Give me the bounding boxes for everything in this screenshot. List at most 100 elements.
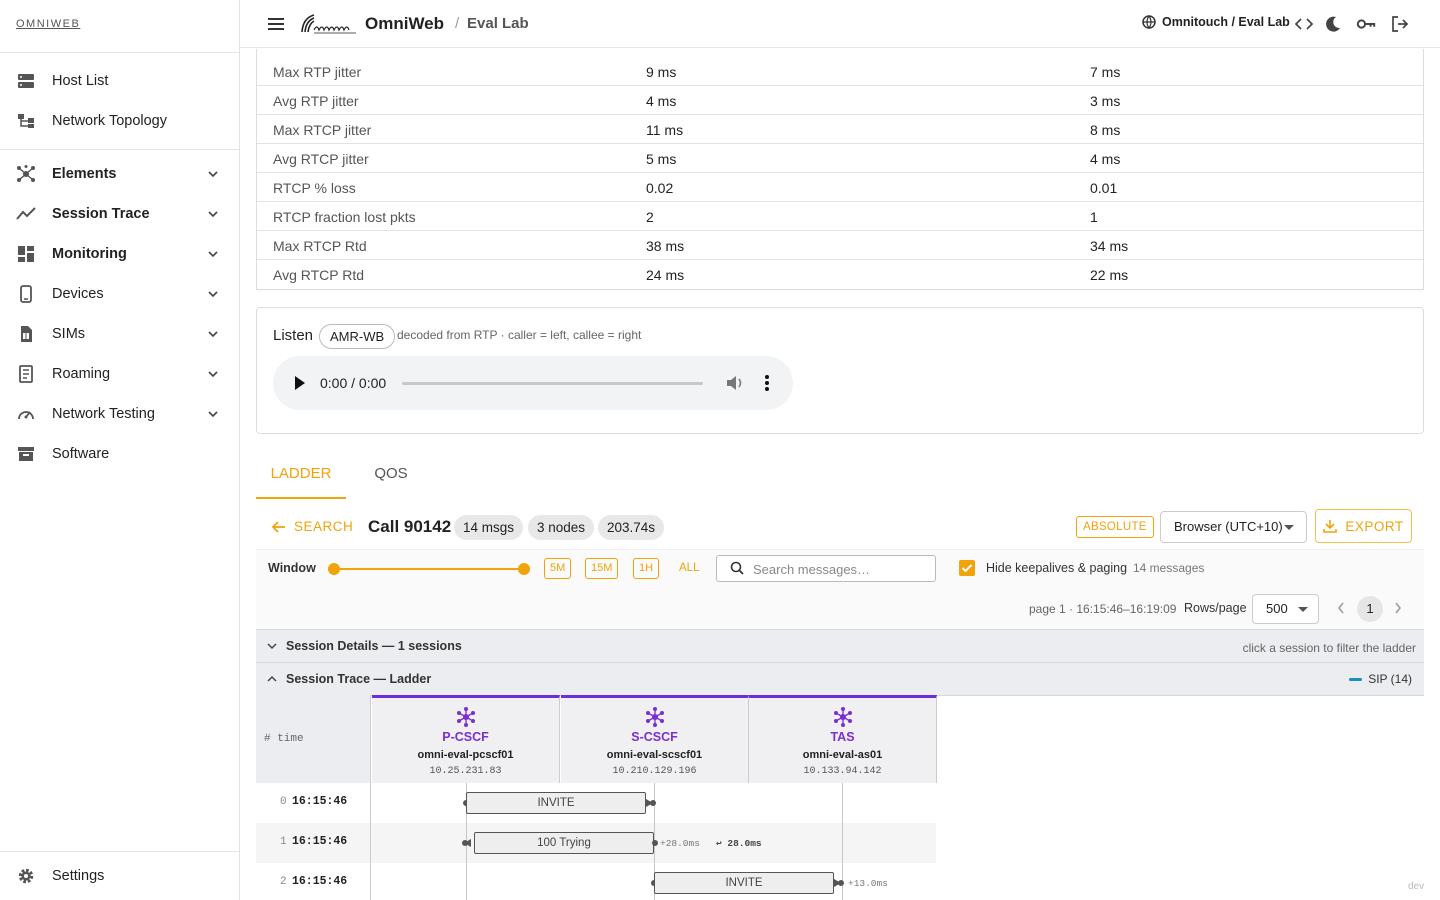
sip-message-invite[interactable]: INVITE [654,872,834,894]
time-mode-toggle[interactable]: ABSOLUTE [1076,516,1154,538]
audio-progress-slider[interactable] [402,382,703,385]
sidebar-item-label: Elements [52,166,117,182]
sidebar-item-elements[interactable]: Elements [0,154,239,194]
volume-icon[interactable] [725,374,745,392]
sip-message-100-trying[interactable]: 100 Trying [474,832,654,854]
ladder-section-header[interactable]: Session Trace — Ladder SIP (14) [256,662,1424,696]
rows-per-page-select[interactable]: 500 [1252,594,1319,624]
callee-cell: 4 ms [1090,151,1121,167]
menu-icon[interactable] [266,14,288,34]
sip-message-invite[interactable]: INVITE [466,792,646,814]
speedometer-icon [16,405,36,423]
sidebar-item-label: SIMs [52,326,86,342]
session-details-title: Session Details — 1 sessions [286,639,462,653]
chevron-up-icon [267,675,277,682]
sidebar-item-host-list[interactable]: Host List [0,61,239,101]
sidebar-item-software[interactable]: Software [0,434,239,474]
timezone-select[interactable]: Browser (UTC+10) [1160,511,1307,543]
node-hostname: omni-eval-pcscf01 [417,749,514,761]
protocol-legend[interactable]: SIP (14) [1349,672,1412,686]
sidebar-item-network-testing[interactable]: Network Testing [0,394,239,434]
window-start-handle[interactable] [328,563,340,575]
node-header-pcscf[interactable]: P-CSCF omni-eval-pcscf01 10.25.231.83 [372,695,560,783]
message-target-dot [650,800,656,806]
sidebar-item-label: Network Testing [52,406,155,422]
dropdown-caret-icon [1298,607,1308,612]
network-node-icon [834,707,852,727]
audio-time: 0:00 / 0:00 [320,375,387,391]
metric-cell: Avg RTCP jitter [273,151,369,167]
phone-icon [16,285,36,303]
filter-row: Window 5M 15M 1H ALL Hide keepalives & p… [256,549,1424,589]
ladder-corner-header: # time [256,695,371,783]
window-range-slider[interactable] [334,568,524,570]
window-end-handle[interactable] [518,563,530,575]
settings-label: Settings [52,868,105,884]
node-header-scscf[interactable]: S-CSCF omni-eval-scscf01 10.210.129.196 [561,695,749,783]
message-origin-dot [652,840,658,846]
session-details-header[interactable]: Session Details — 1 sessions click a ses… [256,629,1424,663]
sidebar-item-settings[interactable]: Settings [0,856,239,896]
session-details-hint: click a session to filter the ladder [1242,641,1416,655]
hide-keepalives-checkbox[interactable] [959,560,975,576]
range-5m-button[interactable]: 5M [544,558,572,579]
sidebar-item-session-trace[interactable]: Session Trace [0,194,239,234]
message-search-input[interactable] [753,560,928,578]
range-all-button[interactable]: ALL [679,562,699,574]
app-title: OmniWeb [365,14,445,33]
timezone-value: Browser (UTC+10) [1174,519,1283,534]
current-page-button[interactable]: 1 [1357,596,1383,622]
code-icon[interactable] [1294,14,1314,34]
tab-qos[interactable]: QOS [346,451,436,499]
back-to-search-button[interactable]: SEARCH [272,519,353,534]
sidebar-item-roaming[interactable]: Roaming [0,354,239,394]
export-button[interactable]: EXPORT [1315,509,1412,543]
table-row: RTCP fraction lost pkts 2 1 [257,202,1423,231]
sidebar-divider [0,149,239,150]
tab-ladder[interactable]: LADDER [256,451,346,499]
play-icon[interactable] [293,375,307,391]
sidebar-item-devices[interactable]: Devices [0,274,239,314]
back-label: SEARCH [294,519,354,534]
node-header-tas[interactable]: TAS omni-eval-as01 10.133.94.142 [749,695,937,783]
callee-cell: 8 ms [1090,122,1121,138]
caller-cell: 9 ms [646,64,677,80]
checkmark-icon [961,564,973,573]
search-icon [730,561,744,575]
metric-cell: Max RTP jitter [273,64,362,80]
dark-mode-icon[interactable] [1323,14,1343,34]
node-count-pill: 3 nodes [528,515,595,540]
call-toolbar: SEARCH Call 90142 14 msgs 3 nodes 203.74… [256,507,1424,549]
message-target-dot [462,840,468,846]
breadcrumb-separator: / [455,15,460,32]
metric-cell: Max RTCP Rtd [273,238,367,254]
callee-cell: 3 ms [1090,93,1121,109]
message-count: 14 messages [1133,561,1205,575]
message-search-box [716,555,936,582]
sidebar-item-label: Monitoring [52,246,127,262]
logout-icon[interactable] [1390,14,1410,34]
sip-legend-label: SIP (14) [1368,672,1412,686]
metric-cell: RTCP % loss [273,180,356,196]
brand-link[interactable]: OMNIWEB [16,18,80,30]
tenant-selector[interactable]: Omnitouch / Eval Lab [1142,15,1290,29]
sidebar-item-label: Host List [52,73,109,89]
range-15m-button[interactable]: 15M [585,558,619,579]
listen-note: decoded from RTP · caller = left, callee… [397,328,642,342]
chevron-down-icon [208,171,218,178]
sidebar-item-monitoring[interactable]: Monitoring [0,234,239,274]
breadcrumb[interactable]: Eval Lab [467,15,529,32]
key-icon[interactable] [1356,14,1376,34]
trace-icon [16,205,36,223]
sip-legend-swatch [1349,677,1363,681]
sidebar-item-network-topology[interactable]: Network Topology [0,101,239,141]
gear-icon [16,867,36,885]
chevron-down-icon [267,643,277,650]
environment-tag: dev [1408,881,1425,892]
more-options-icon[interactable] [763,374,771,392]
listen-label: Listen [273,327,314,344]
sidebar-item-sims[interactable]: SIMs [0,314,239,354]
range-1h-button[interactable]: 1H [633,558,660,579]
chevron-left-icon[interactable] [1336,601,1346,615]
chevron-right-icon[interactable] [1393,601,1403,615]
